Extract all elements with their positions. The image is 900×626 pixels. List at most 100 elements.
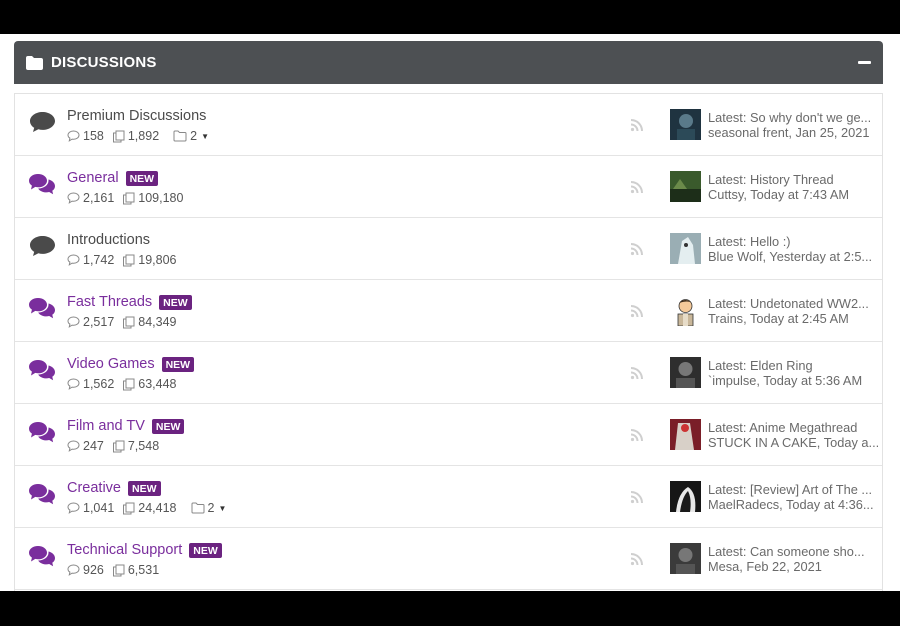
latest-post: Latest: So why don't we ge... seasonal f… [670, 109, 882, 140]
copy-icon [123, 502, 135, 514]
forum-title-link[interactable]: Fast Threads [67, 294, 152, 310]
speech-bubble-icon [67, 502, 80, 514]
rss-icon[interactable] [630, 242, 644, 256]
comments-icon [28, 545, 56, 572]
thread-count: 158 [67, 129, 104, 143]
discussions-header: DISCUSSIONS [14, 41, 883, 84]
forum-title-link[interactable]: Creative [67, 480, 121, 496]
avatar[interactable] [670, 295, 701, 327]
forum-row-7: Technical Support NEW 926 6,531 Latest: … [15, 528, 882, 590]
latest-post: Latest: Can someone sho... Mesa, Feb 22,… [670, 543, 882, 574]
comments-icon [28, 297, 56, 324]
latest-time: Today at 7:43 AM [746, 186, 850, 202]
copy-icon [112, 440, 125, 452]
latest-user-link[interactable]: Cuttsy, [708, 187, 747, 202]
message-count: 7,548 [112, 439, 159, 453]
forum-title-link[interactable]: Premium Discussions [67, 108, 206, 124]
avatar[interactable] [670, 233, 701, 264]
subforums-dropdown[interactable]: 2 ▼ [173, 129, 209, 143]
forum-list: Premium Discussions 158 1,892 2 ▼ Latest:… [14, 93, 883, 591]
latest-thread-link[interactable]: [Review] Art of The ... [750, 482, 872, 497]
new-badge: NEW [128, 480, 161, 496]
collapse-button[interactable] [858, 61, 871, 64]
latest-thread-link[interactable]: Anime Megathread [749, 420, 857, 435]
speech-bubble-icon [67, 316, 80, 328]
latest-thread-link[interactable]: Can someone sho... [750, 544, 865, 559]
thread-count: 1,742 [67, 253, 114, 267]
forum-stats: 247 7,548 [67, 439, 630, 453]
forum-title-link[interactable]: Technical Support [67, 542, 182, 558]
rss-icon[interactable] [630, 366, 644, 380]
forum-stats: 2,517 84,349 [67, 315, 630, 329]
speech-bubble-icon [67, 192, 80, 204]
avatar[interactable] [670, 357, 701, 388]
rss-icon[interactable] [630, 118, 644, 132]
avatar[interactable] [670, 109, 701, 140]
latest-thread-link[interactable]: Elden Ring [750, 358, 813, 373]
forum-row-1: General NEW 2,161 109,180 Latest: Histor… [15, 156, 882, 218]
forum-title-link[interactable]: General [67, 170, 119, 186]
latest-thread-link[interactable]: Undetonated WW2... [750, 296, 869, 311]
rss-icon[interactable] [630, 490, 644, 504]
comments-icon [28, 421, 56, 448]
latest-thread-link[interactable]: Hello :) [750, 234, 791, 249]
rss-icon[interactable] [630, 180, 644, 194]
avatar[interactable] [670, 481, 701, 512]
section-title: DISCUSSIONS [51, 54, 157, 71]
forum-stats: 1,041 24,418 2 ▼ [67, 501, 630, 515]
latest-post: Latest: Hello :) Blue Wolf, Yesterday at… [670, 233, 882, 264]
latest-post: Latest: Elden Ring `impulse, Today at 5:… [670, 357, 882, 388]
folder-outline-icon [191, 502, 205, 514]
comment-icon [29, 111, 56, 138]
new-badge: NEW [161, 356, 195, 372]
forum-row-3: Fast Threads NEW 2,517 84,349 Latest: Un… [15, 280, 882, 342]
latest-time: Today a... [820, 434, 880, 450]
rss-icon[interactable] [630, 552, 644, 566]
latest-thread-link[interactable]: So why don't we ge... [750, 110, 871, 125]
message-count: 84,349 [122, 315, 177, 329]
latest-user-link[interactable]: Mesa, [708, 559, 743, 574]
speech-bubble-icon [67, 378, 80, 390]
latest-user-link[interactable]: seasonal frent, [708, 125, 792, 140]
new-badge: NEW [125, 170, 159, 186]
latest-thread-link[interactable]: History Thread [750, 172, 834, 187]
copy-icon [112, 564, 125, 576]
comments-icon [28, 359, 56, 386]
thread-count: 926 [67, 563, 104, 577]
latest-post: Latest: Undetonated WW2... Trains, Today… [670, 295, 882, 327]
subforums-dropdown[interactable]: 2 ▼ [191, 501, 227, 515]
speech-bubble-icon [67, 440, 80, 452]
latest-user-link[interactable]: `impulse, [708, 373, 760, 388]
avatar[interactable] [670, 543, 701, 574]
message-count: 6,531 [112, 563, 159, 577]
forum-title-link[interactable]: Video Games [67, 356, 155, 372]
latest-post: Latest: Anime Megathread STUCK IN A CAKE… [670, 419, 882, 450]
forum-title-link[interactable]: Film and TV [67, 418, 145, 434]
latest-user-link[interactable]: Trains, [708, 311, 747, 326]
thread-count: 2,517 [67, 315, 114, 329]
rss-icon[interactable] [630, 428, 644, 442]
avatar[interactable] [670, 419, 701, 450]
forum-title-link[interactable]: Introductions [67, 232, 150, 248]
forum-stats: 1,562 63,448 [67, 377, 630, 391]
speech-bubble-icon [67, 564, 80, 576]
new-badge: NEW [189, 542, 222, 558]
comments-icon [28, 173, 56, 200]
subforum-count: 2 [207, 501, 215, 515]
subforum-count: 2 [190, 129, 198, 143]
latest-user-link[interactable]: MaelRadecs, [708, 497, 783, 512]
thread-count: 247 [67, 439, 104, 453]
message-count: 24,418 [122, 501, 177, 515]
rss-icon[interactable] [630, 304, 644, 318]
latest-user-link[interactable]: Blue Wolf, [708, 249, 766, 264]
new-badge: NEW [159, 294, 192, 310]
forum-row-5: Film and TV NEW 247 7,548 Latest: Anime … [15, 404, 882, 466]
caret-down-icon: ▼ [218, 503, 227, 513]
avatar[interactable] [670, 171, 701, 202]
latest-time: Today at 2:45 AM [746, 310, 849, 326]
forum-row-2: Introductions 1,742 19,806 Latest: Hello… [15, 218, 882, 280]
message-count: 19,806 [122, 253, 177, 267]
message-count: 63,448 [122, 377, 177, 391]
latest-user-link[interactable]: STUCK IN A CAKE, [708, 435, 820, 450]
copy-icon [123, 254, 135, 266]
